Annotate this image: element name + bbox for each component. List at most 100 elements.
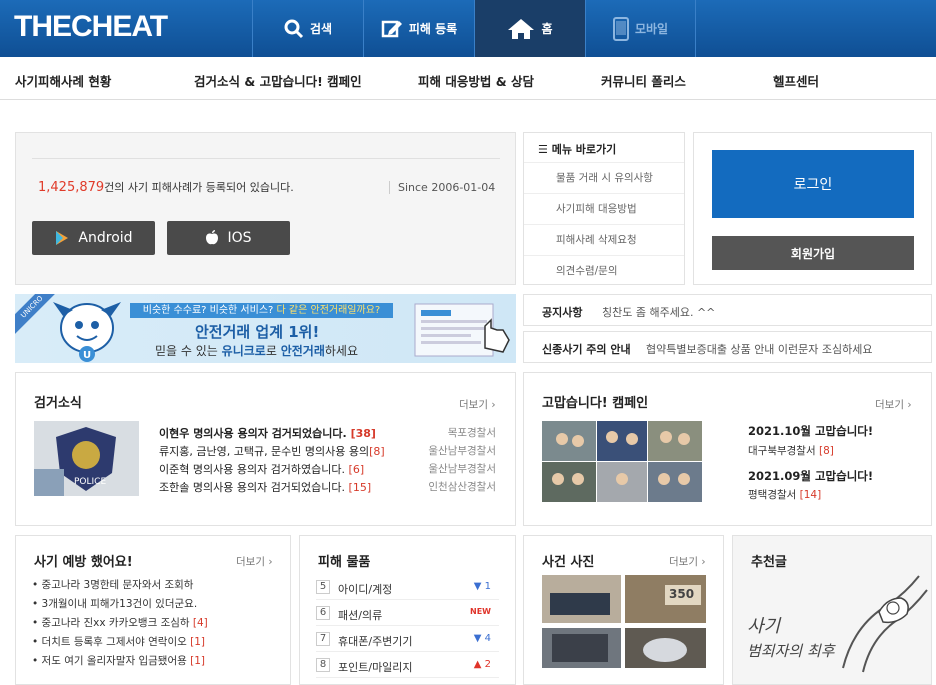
arrest-item[interactable]: 류지홍, 금난영, 고택규, 문수빈 명의사용 용의[8] 울산남부경찰서 [159, 443, 496, 459]
goods-row[interactable]: 6 패션/의류 NEW [316, 602, 499, 626]
prevention-item-text: 저도 여기 올리자말자 입금됐어용 [41, 655, 187, 667]
goods-label: 아이디/계정 [338, 583, 393, 596]
ios-label: IOS [227, 230, 252, 246]
arrest-news-panel: 검거소식 더보기 › POLICE 이현우 명의사용 용의자 검거되었습니다. … [15, 372, 516, 526]
campaign-item-title[interactable]: 2021.09월 고맙습니다! [748, 468, 873, 484]
new-fraud-label: 신종사기 주의 안내 [542, 343, 631, 356]
signup-button[interactable]: 회원가입 [712, 236, 914, 270]
campaign-more-text: 더보기 [875, 399, 904, 411]
case-count-text: 1,425,879건의 사기 피해사례가 등록되어 있습니다. [38, 179, 294, 195]
nav-mobile-label: 모바일 [634, 22, 669, 36]
police-station: 인천삼산경찰서 [428, 481, 496, 493]
campaign-station-text: 대구북부경찰서 [748, 445, 816, 457]
comment-count: [15] [348, 481, 372, 494]
goods-rank: 6 [316, 606, 330, 620]
arrest-item[interactable]: 이준혁 명의사용 용의자 검거하였습니다. [6] 울산남부경찰서 [159, 461, 496, 477]
subnav-response[interactable]: 피해 대응방법 & 상담 [418, 71, 534, 90]
menu-item-response[interactable]: 사기피해 대응방법 [524, 193, 684, 224]
prevention-item[interactable]: • 더치트 등록후 그제서야 연락이오 [1] [32, 634, 205, 649]
notice-text[interactable]: 칭찬도 좀 해주세요. ^^ [602, 304, 715, 320]
new-fraud-text[interactable]: 협약특별보증대출 상품 안내 이런문자 조심하세요 [646, 341, 873, 357]
arrest-item[interactable]: 이현우 명의사용 용의자 검거되었습니다. [38] 목포경찰서 [159, 425, 496, 441]
menu-item-precautions[interactable]: 물품 거래 시 유의사항 [524, 162, 684, 193]
campaign-more-link[interactable]: 더보기 › [875, 397, 912, 412]
new-fraud-alert-bar[interactable]: 신종사기 주의 안내 협약특별보증대출 상품 안내 이런문자 조심하세요 [523, 331, 932, 363]
subnav-fraud-status[interactable]: 사기피해사례 현황 [15, 71, 111, 90]
prevention-title: 사기 예방 했어요! [34, 555, 133, 570]
recommend-panel: 추천글 사기 범죄자의 최후 [732, 535, 932, 685]
notice-bar[interactable]: 공지사항 칭찬도 좀 해주세요. ^^ [523, 294, 932, 326]
comment-count: [14] [799, 489, 822, 501]
case-count: 1,425,879 [38, 180, 105, 195]
damaged-goods-panel: 피해 물품 5 아이디/계정 ▼ 1 6 패션/의류 NEW 7 휴대폰/주변기… [299, 535, 516, 685]
goods-label: 포인트/마일리지 [338, 661, 413, 674]
police-station: 울산남부경찰서 [428, 463, 496, 475]
goods-label: 패션/의류 [338, 609, 383, 622]
menu-item-feedback[interactable]: 의견수렴/문의 [524, 255, 684, 286]
incident-photo[interactable] [625, 628, 706, 668]
arrest-item-title-text: 류지홍, 금난영, 고택규, 문수빈 명의사용 용의 [159, 445, 370, 458]
goods-trend: ▲ 2 [473, 659, 491, 670]
apple-icon [206, 230, 219, 245]
android-app-button[interactable]: Android [32, 221, 155, 255]
prevention-item[interactable]: • 중고나라 진xx 카카오뱅크 조심하 [4] [32, 615, 208, 630]
banner-sub-line: 믿을 수 있는 유니크로로 안전거래하세요 [155, 342, 358, 359]
goods-title: 피해 물품 [318, 555, 371, 570]
recommend-title: 추천글 [751, 555, 787, 570]
ios-app-button[interactable]: IOS [167, 221, 290, 255]
login-button[interactable]: 로그인 [712, 150, 914, 218]
incident-photo[interactable] [542, 575, 621, 623]
banner-bot-a: 믿을 수 있는 [155, 344, 218, 358]
play-store-icon [56, 231, 69, 245]
menu-item-delete-request[interactable]: 피해사례 삭제요청 [524, 224, 684, 255]
recommend-art-text-b: 범죄자의 최후 [747, 642, 835, 660]
incident-photo[interactable] [542, 628, 621, 668]
stats-panel: 1,425,879건의 사기 피해사례가 등록되어 있습니다. Since 20… [15, 132, 516, 285]
quick-menu-title-text: 메뉴 바로가기 [551, 143, 617, 156]
comment-count: [4] [192, 617, 208, 629]
thanks-campaign-panel: 고맙습니다! 캠페인 더보기 › 2021.10월 고맙습니다! 대구북부경찰서… [523, 372, 932, 526]
prevention-item[interactable]: • 중고나라 3명한테 문자와서 조회하 [32, 577, 193, 592]
campaign-item-title[interactable]: 2021.10월 고맙습니다! [748, 423, 873, 439]
campaign-photo-grid[interactable] [542, 421, 702, 502]
goods-row[interactable]: 7 휴대폰/주변기기 ▼ 4 [316, 628, 499, 652]
prevention-item[interactable]: • 저도 여기 올리자말자 입금됐어용 [1] [32, 653, 205, 668]
photos-more-link[interactable]: 더보기 › [669, 554, 706, 569]
nav-report[interactable]: 피해 등록 [363, 0, 474, 57]
arrest-item-title: 류지홍, 금난영, 고택규, 문수빈 명의사용 용의[8] [159, 443, 385, 459]
arrest-item-title: 이현우 명의사용 용의자 검거되었습니다. [38] [159, 425, 376, 441]
handcuffs-illustration[interactable] [823, 568, 931, 678]
police-station: 목포경찰서 [447, 427, 496, 439]
goods-label: 휴대폰/주변기기 [338, 635, 413, 648]
prevention-item-text: 더치트 등록후 그제서야 연락이오 [41, 636, 187, 648]
goods-rank: 8 [316, 658, 330, 672]
subnav-community[interactable]: 커뮤니티 폴리스 [601, 71, 686, 90]
notice-label: 공지사항 [542, 306, 583, 319]
police-station: 울산남부경찰서 [428, 445, 496, 457]
prevention-more-link[interactable]: 더보기 › [236, 554, 273, 569]
goods-rank: 7 [316, 632, 330, 646]
arrest-more-link[interactable]: 더보기 › [459, 397, 496, 412]
arrest-item-title-text: 이현우 명의사용 용의자 검거되었습니다. [159, 427, 347, 440]
police-thumbnail[interactable]: POLICE [34, 421, 139, 496]
comment-count: [1] [190, 636, 206, 648]
nav-home[interactable]: 홈 [474, 0, 585, 57]
subnav-help[interactable]: 헬프센터 [773, 71, 819, 90]
comment-count: [8] [369, 445, 385, 458]
screen-hand-image [414, 303, 510, 357]
subnav-arrest-campaign[interactable]: 검거소식 & 고맙습니다! 캠페인 [194, 71, 362, 90]
nav-search[interactable]: 검색 [252, 0, 363, 57]
goods-row[interactable]: 8 포인트/마일리지 ▲ 2 [316, 654, 499, 678]
site-logo[interactable]: THECHEAT [14, 10, 168, 44]
arrest-item[interactable]: 조한솔 명의사용 용의자 검거되었습니다. [15] 인천삼산경찰서 [159, 479, 496, 495]
nav-mobile[interactable]: 모바일 [585, 0, 696, 57]
mascot-image: U [53, 302, 121, 362]
campaign-title: 고맙습니다! 캠페인 [542, 396, 649, 411]
unicro-banner[interactable]: UNICRO U 비슷한 수수료? 비슷한 서비스? 다 같은 안전거래일까요?… [15, 294, 516, 363]
goods-row[interactable]: 5 아이디/계정 ▼ 1 [316, 576, 499, 600]
incident-photos-panel: 사건 사진 더보기 › 350 [523, 535, 724, 685]
arrest-item-title: 이준혁 명의사용 용의자 검거하였습니다. [6] [159, 461, 364, 477]
svg-text:U: U [83, 350, 91, 361]
arrest-more-text: 더보기 [459, 399, 488, 411]
prevention-item[interactable]: • 3개월이내 피해가13건이 있더군요. [32, 596, 197, 611]
